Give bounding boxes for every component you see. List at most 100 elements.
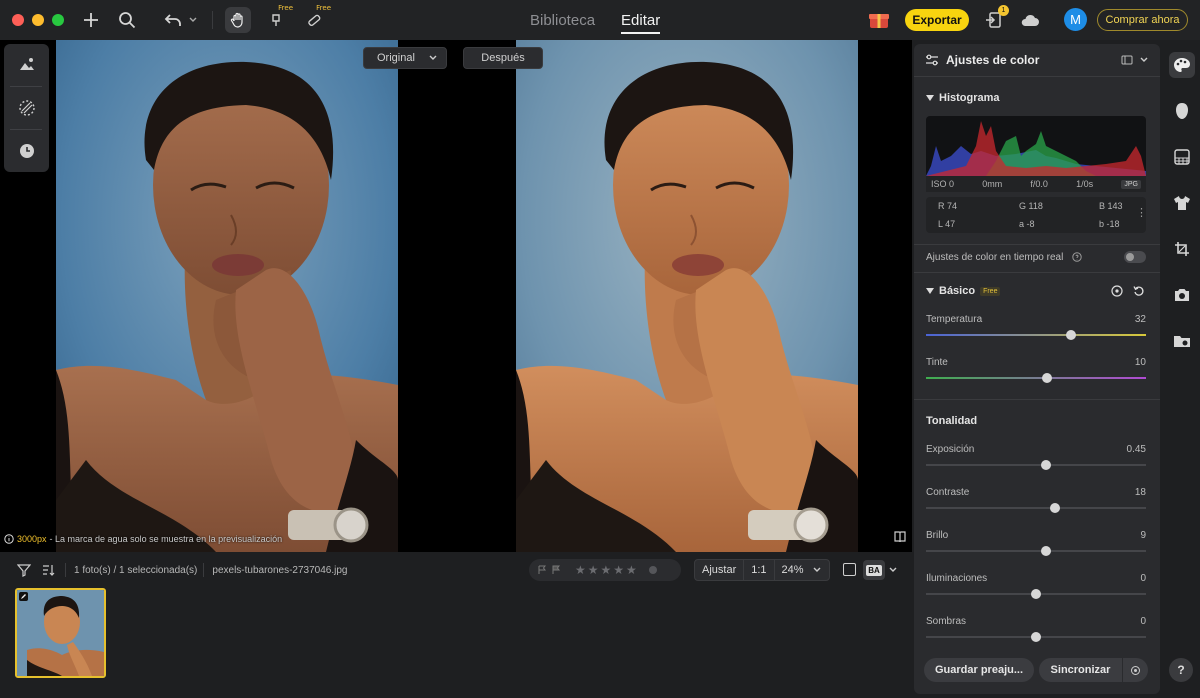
slider-track[interactable] [926,550,1146,552]
gear-icon [1131,665,1140,675]
ratio-button[interactable]: 1:1 [743,560,773,580]
sort-icon[interactable] [41,563,55,577]
view-mode-chevron-icon[interactable] [888,565,898,578]
flag-reject-icon[interactable] [551,565,561,575]
tab-biblioteca[interactable]: Biblioteca [530,12,595,29]
reset-icon[interactable] [1133,285,1145,297]
top-bar: Free Free Biblioteca Editar Exportar 1 M… [0,0,1200,40]
filmstrip-toolbar: 1 foto(s) / 1 seleccionada(s) pexels-tub… [0,557,912,583]
shadows-slider[interactable]: Sombras 0 [926,616,1146,650]
flag-pick-icon[interactable] [537,565,547,575]
search-icon[interactable] [114,7,140,33]
hand-tool-icon[interactable] [225,7,251,33]
slider-knob[interactable] [1041,546,1051,556]
fit-button[interactable]: Ajustar [695,560,743,580]
buy-now-button[interactable]: Comprar ahora [1097,9,1188,31]
filter-icon[interactable] [16,563,32,577]
sliders-icon [926,54,938,66]
panel-layout-icon[interactable] [1121,54,1133,66]
slider-track[interactable] [926,334,1146,336]
chevron-down-icon[interactable] [1139,55,1149,65]
slider-value[interactable]: 10 [1135,357,1146,368]
focal-length-value: 0mm [982,179,1003,189]
realtime-toggle[interactable] [1124,251,1146,263]
crop-icon[interactable] [1169,236,1195,262]
cloud-sync-icon[interactable] [1017,7,1043,33]
tab-editar[interactable]: Editar [621,7,661,34]
slider-value[interactable]: 32 [1135,314,1146,325]
slider-track[interactable] [926,464,1146,466]
color-label-dot[interactable] [648,566,657,574]
slider-knob[interactable] [1041,460,1051,470]
add-icon[interactable] [78,7,104,33]
retouch-brush-icon[interactable]: Free [263,4,293,33]
slider-track[interactable] [926,377,1146,379]
visibility-eye-icon[interactable] [1110,285,1124,297]
user-avatar[interactable]: M [1064,8,1087,31]
filmstrip-bar: 1 foto(s) / 1 seleccionada(s) pexels-tub… [0,552,912,698]
landscape-tool-icon[interactable] [4,44,49,86]
history-icon[interactable] [4,130,49,172]
slider-knob[interactable] [1042,373,1052,383]
highlights-slider[interactable]: Iluminaciones 0 [926,573,1146,607]
section-divider [914,399,1160,400]
before-label: Original [377,52,415,64]
help-circle-icon[interactable] [1072,252,1082,262]
brightness-slider[interactable]: Brillo 9 [926,530,1146,564]
tint-slider[interactable]: Tinte 10 [926,357,1146,391]
help-button[interactable]: ? [1169,658,1193,682]
slider-label: Sombras [926,616,967,627]
slider-value[interactable]: 0 [1140,616,1146,627]
mask-tool-icon[interactable] [4,87,49,129]
folder-view-icon[interactable] [1169,328,1195,354]
healing-bandage-icon[interactable]: Free [301,4,331,33]
compare-book-icon[interactable] [893,530,907,544]
slider-value[interactable]: 0 [1140,573,1146,584]
palette-icon[interactable] [1169,52,1195,78]
export-button[interactable]: Exportar [905,9,969,31]
camera-icon[interactable] [1169,282,1195,308]
texture-icon[interactable] [1169,144,1195,170]
a-value: a -8 [1019,219,1035,229]
exif-info-bar: ISO 0 0mm f/0.0 1/0s JPG [926,176,1146,192]
maximize-window-button[interactable] [52,14,64,26]
after-label: Después [481,52,525,64]
slider-knob[interactable] [1031,632,1041,642]
slider-knob[interactable] [1066,330,1076,340]
photo-canvas[interactable]: Original Después 3000px - La marca de ag… [0,40,912,552]
slider-value[interactable]: 0.45 [1127,444,1146,455]
after-photo [516,40,858,552]
more-options-icon[interactable]: ⋮ [1136,206,1147,219]
exposure-slider[interactable]: Exposición 0.45 [926,444,1146,478]
single-view-icon[interactable] [843,563,856,576]
import-icon[interactable]: 1 [981,5,1009,33]
filmstrip-thumbnail[interactable] [15,588,106,678]
close-window-button[interactable] [12,14,24,26]
temperature-slider[interactable]: Temperatura 32 [926,314,1146,348]
slider-knob[interactable] [1031,589,1041,599]
filename-label: pexels-tubarones-2737046.jpg [212,564,348,576]
slider-value[interactable]: 9 [1140,530,1146,541]
module-icon-strip [1162,44,1200,698]
face-retouch-icon[interactable] [1169,98,1195,124]
clothing-icon[interactable] [1169,190,1195,216]
basic-section-header[interactable]: Básico Free [926,285,1001,297]
slider-value[interactable]: 18 [1135,487,1146,498]
histogram-graph [926,116,1146,176]
contrast-slider[interactable]: Contraste 18 [926,487,1146,521]
sync-settings-button[interactable] [1123,658,1148,682]
save-preset-button[interactable]: Guardar preaju... [924,658,1034,682]
histogram-section-header[interactable]: Histograma [926,92,1000,104]
slider-knob[interactable] [1050,503,1060,513]
free-tag: Free [316,4,331,12]
zoom-dropdown[interactable]: 24% [773,560,829,580]
star-rating[interactable]: ★★★★★ [575,563,639,577]
before-view-selector[interactable]: Original [363,47,447,69]
gift-box-icon[interactable] [866,7,892,33]
undo-history-chevron-icon[interactable] [186,7,200,33]
sync-button[interactable]: Sincronizar [1039,658,1122,682]
slider-track[interactable] [926,507,1146,509]
minimize-window-button[interactable] [32,14,44,26]
before-after-view-button[interactable]: BA [863,560,885,580]
undo-icon[interactable] [160,7,186,33]
